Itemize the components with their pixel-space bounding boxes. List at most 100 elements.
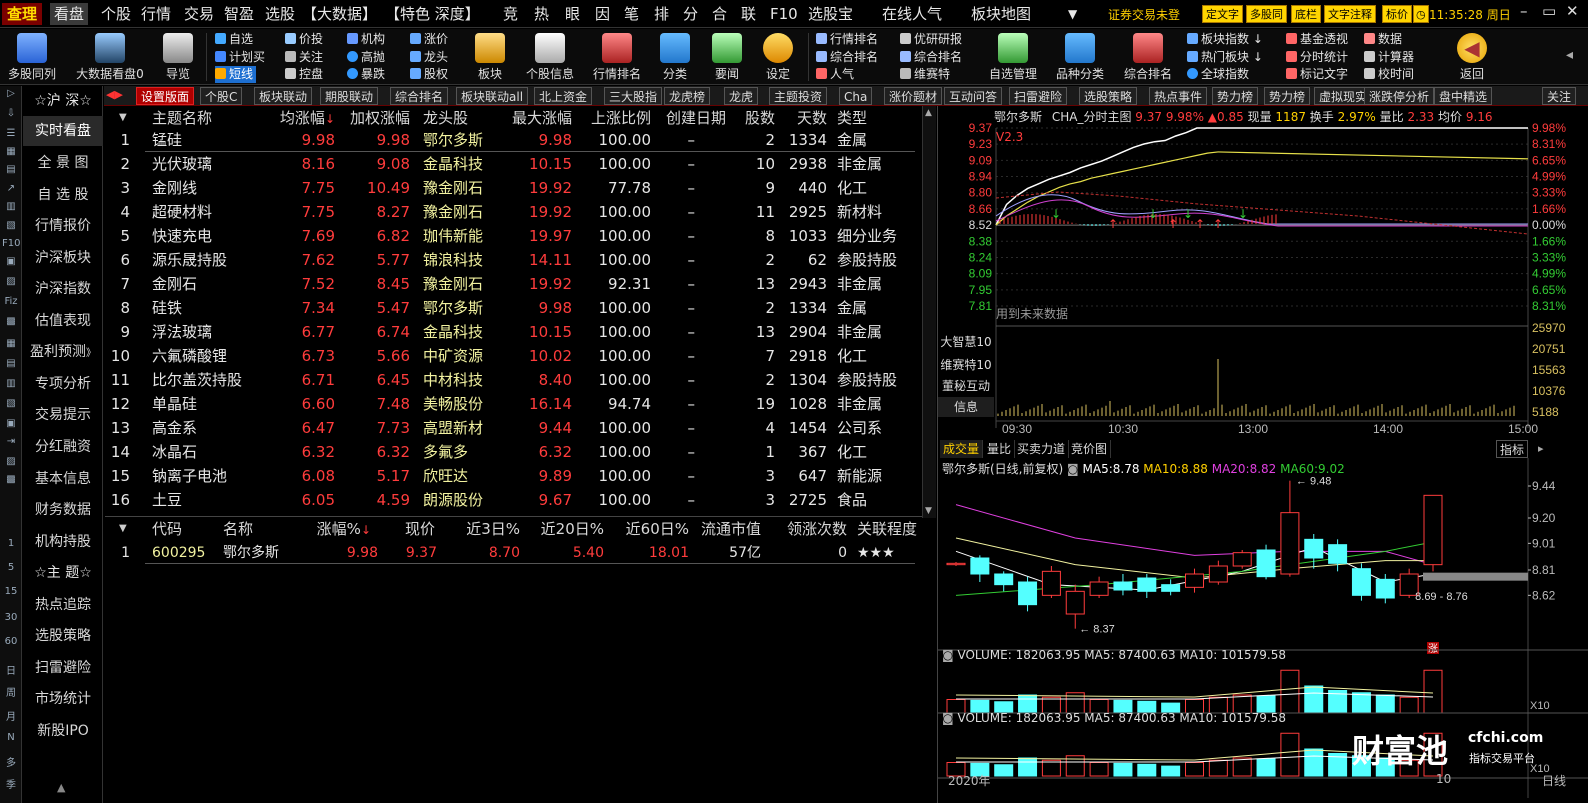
nav-header-hushen[interactable]: ☆沪 深☆: [23, 86, 103, 116]
tab-5[interactable]: 板块联动all: [456, 87, 529, 105]
strip-icon[interactable]: N: [2, 732, 20, 748]
strip-icon[interactable]: ↗: [2, 183, 20, 199]
side-label-dzh[interactable]: 大智慧10: [938, 332, 994, 352]
table-row[interactable]: 12 单晶硅 6.60 7.48 美畅股份 16.14 94.74 – 19 1028 非金属: [105, 392, 917, 416]
tab-16[interactable]: 热点事件: [1149, 87, 1208, 105]
nav-item-indices[interactable]: 沪深指数: [23, 274, 103, 304]
table-row[interactable]: 6 源乐晟持股 7.62 5.77 锦浪科技 14.11 100.00 – 2 62 参股持股: [105, 248, 917, 272]
strip-icon[interactable]: ▣: [2, 256, 20, 272]
nav-item-quotes[interactable]: 行情报价: [23, 211, 103, 241]
btn-multi-stock[interactable]: 多股同: [1246, 5, 1287, 23]
menu-bi[interactable]: 笔: [624, 3, 639, 25]
menu-he[interactable]: 合: [712, 3, 727, 25]
btn-plan-buy[interactable]: 计划买: [215, 49, 265, 66]
table-row[interactable]: 5 快速充电 7.69 6.82 珈伟新能 19.97 100.00 – 8 1033 细分业务: [105, 224, 917, 248]
strip-icon[interactable]: Fiz: [2, 296, 20, 312]
toggle-icon[interactable]: ◙: [942, 711, 957, 725]
stock-col-header-6[interactable]: 近60日%: [626, 517, 689, 541]
table-row[interactable]: 10 六氟磷酸锂 6.73 5.66 中矿资源 10.02 100.00 – 7 2918 化工: [105, 344, 917, 368]
tab-1[interactable]: 个股C: [200, 87, 243, 105]
btn-bigdata-board[interactable]: 大数据看盘0: [72, 31, 148, 83]
btn-calculator[interactable]: 计算器: [1364, 49, 1414, 66]
menu-online-popularity[interactable]: 在线人气: [882, 3, 942, 25]
strip-icon[interactable]: ▣: [2, 418, 20, 434]
btn-settings[interactable]: 设定: [748, 31, 808, 83]
table-row[interactable]: 13 高金系 6.47 7.73 高盟新材 9.44 100.00 – 4 1454 公司系: [105, 416, 917, 440]
btn-short-term[interactable]: 短线: [215, 66, 257, 83]
btn-research[interactable]: 优研研报: [900, 31, 962, 48]
stock-col-header-8[interactable]: 领涨次数: [787, 517, 847, 541]
theme-col-header-8[interactable]: 天数: [797, 106, 827, 130]
header-sort-icon[interactable]: ▼: [119, 517, 127, 541]
nav-item-profit-forecast[interactable]: 盈利预测》: [23, 337, 103, 367]
tab-21[interactable]: 盘中精选: [1434, 87, 1493, 105]
btn-quote-rank[interactable]: 行情排名: [816, 31, 878, 48]
tab-2[interactable]: 板块联动: [254, 87, 313, 105]
nav-item-institution[interactable]: 机构持股: [23, 527, 103, 557]
strip-icon[interactable]: ▥: [2, 201, 20, 217]
tab-17[interactable]: 势力榜: [1212, 87, 1259, 105]
table-row[interactable]: 1 锰硅 9.98 9.98 鄂尔多斯 9.98 100.00 – 2 1334 金属: [105, 128, 917, 152]
tab-20[interactable]: 涨跌停分析: [1364, 87, 1435, 105]
menu-xuangu[interactable]: 选股: [265, 3, 295, 25]
menu-kanpan[interactable]: 看盘: [50, 3, 89, 25]
tab-0[interactable]: 设置版面: [136, 87, 195, 105]
strip-icon[interactable]: 30: [2, 612, 20, 628]
nav-item-trade-tips[interactable]: 交易提示: [23, 400, 103, 430]
table-row[interactable]: 1 600295 鄂尔多斯 9.98 9.37 8.70 5.40 18.01 57亿 0 ★★★: [105, 541, 917, 565]
btn-follow[interactable]: 关注: [285, 49, 323, 66]
menu-jing[interactable]: 竞: [503, 3, 518, 25]
btn-institution[interactable]: 机构: [347, 31, 385, 48]
table-row[interactable]: 3 金刚线 7.75 10.49 豫金刚石 19.92 77.78 – 9 440 化工: [105, 176, 917, 200]
btn-composite-rank-big[interactable]: 综合排名: [1116, 31, 1180, 83]
menu-lian[interactable]: 联: [741, 3, 756, 25]
nav-item-special-analysis[interactable]: 专项分析: [23, 369, 103, 399]
strip-icon[interactable]: ⇥: [2, 436, 20, 452]
tab-12[interactable]: 涨价题材: [884, 87, 943, 105]
table-row[interactable]: 14 冰晶石 6.32 6.32 多氟多 6.32 100.00 – 1 367 化工: [105, 440, 917, 464]
menu-re[interactable]: 热: [534, 3, 549, 25]
strip-icon[interactable]: ▤: [2, 358, 20, 374]
menu-dropdown-icon[interactable]: ▼: [1068, 3, 1077, 25]
side-label-info[interactable]: 信息: [938, 397, 994, 417]
strip-icon[interactable]: 周: [2, 684, 20, 700]
strip-icon[interactable]: ▷: [2, 88, 20, 104]
btn-market-rank[interactable]: 行情排名: [585, 31, 649, 83]
btn-price-mark[interactable]: 标价: [1382, 5, 1412, 23]
btn-plunge[interactable]: 暴跌: [347, 66, 385, 83]
strip-icon[interactable]: ▥: [2, 378, 20, 394]
nav-item-market-stats[interactable]: 市场统计: [23, 684, 103, 714]
btn-back[interactable]: ◀ 返回: [1442, 31, 1502, 83]
subtab-volume[interactable]: 成交量: [940, 440, 984, 458]
theme-col-header-9[interactable]: 类型: [837, 106, 867, 130]
strip-icon[interactable]: ⇩: [2, 108, 20, 124]
header-sort-icon[interactable]: ▼: [119, 106, 127, 130]
btn-bottom-bar[interactable]: 底栏: [1291, 5, 1321, 23]
tab-13[interactable]: 互动问答: [944, 87, 1003, 105]
btn-data[interactable]: 数据: [1364, 31, 1402, 48]
stock-col-header-9[interactable]: 关联程度: [857, 517, 917, 541]
table-row[interactable]: 11 比尔盖茨持股 6.71 6.45 中材科技 8.40 100.00 – 2 1304 参股持股: [105, 368, 917, 392]
stock-col-header-1[interactable]: 名称: [223, 517, 253, 541]
nav-item-sectors[interactable]: 沪深板块: [23, 243, 103, 273]
btn-time-stats[interactable]: 分时统计: [1286, 49, 1348, 66]
side-label-wst[interactable]: 维赛特10: [938, 355, 994, 375]
strip-icon[interactable]: ▤: [2, 164, 20, 180]
strip-icon[interactable]: ▩: [2, 474, 20, 490]
tab-3[interactable]: 期股联动: [320, 87, 379, 105]
nav-item-strategy[interactable]: 选股策略: [23, 621, 103, 651]
menu-sector-map[interactable]: 板块地图: [971, 3, 1031, 25]
btn-sync-time[interactable]: 校时间: [1364, 66, 1414, 83]
tab-10[interactable]: 主题投资: [769, 87, 828, 105]
menu-yin[interactable]: 因: [595, 3, 610, 25]
stock-col-header-5[interactable]: 近20日%: [541, 517, 604, 541]
nav-header-theme[interactable]: ☆主 题☆: [23, 558, 103, 588]
menu-pai[interactable]: 排: [654, 3, 669, 25]
strip-icon[interactable]: F10: [2, 238, 20, 254]
strip-icon[interactable]: 5: [2, 562, 20, 578]
nav-item-realtime[interactable]: 实时看盘: [23, 116, 103, 146]
btn-classify[interactable]: 分类: [645, 31, 705, 83]
strip-icon[interactable]: ▩: [2, 316, 20, 332]
strip-icon[interactable]: ▦: [2, 146, 20, 162]
theme-col-header-4[interactable]: 最大涨幅: [512, 106, 572, 130]
